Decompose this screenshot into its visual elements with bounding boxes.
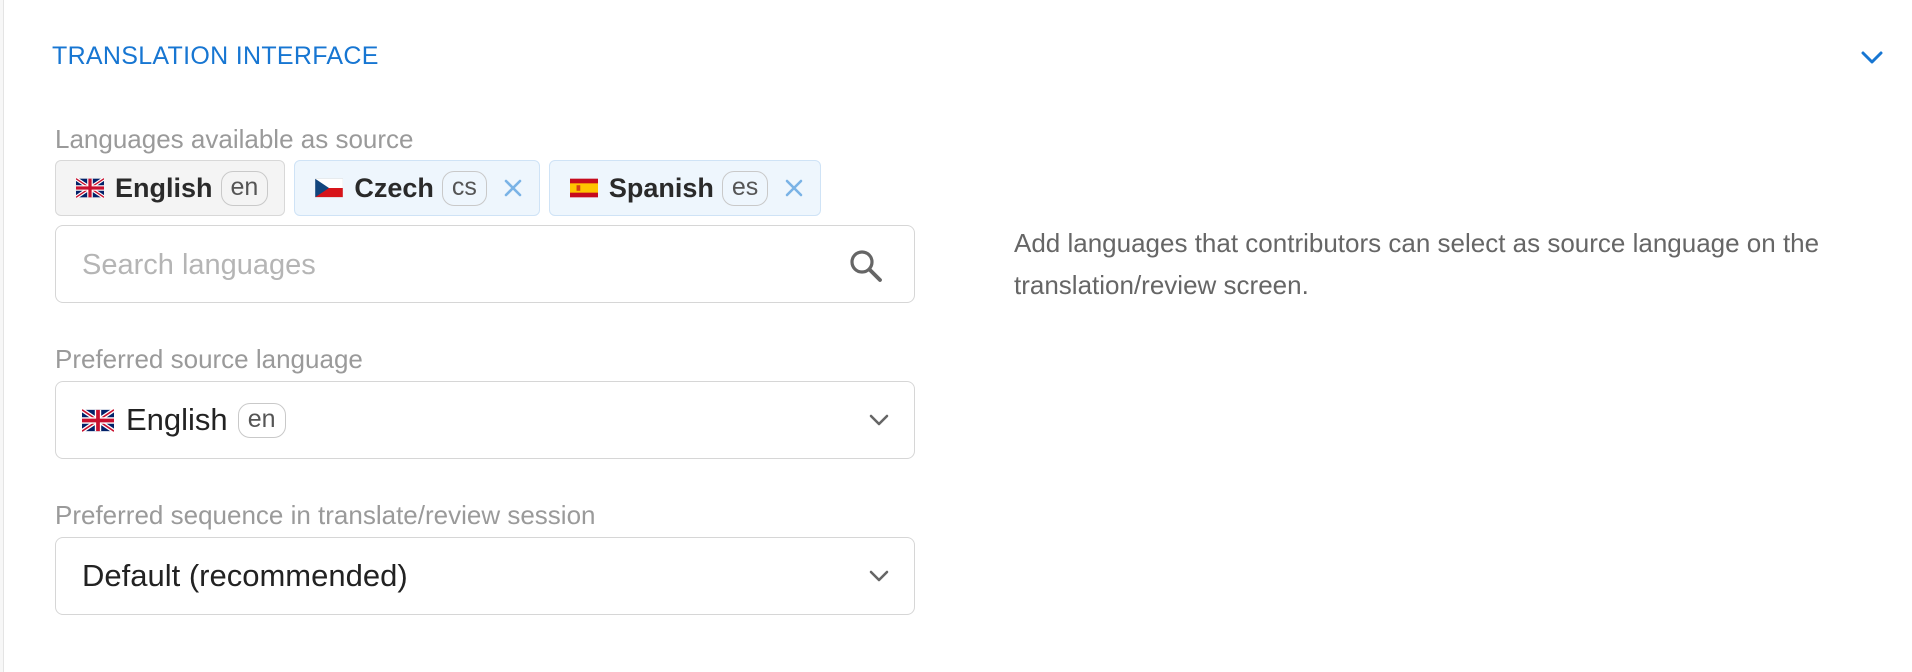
- chip-name: Czech: [354, 172, 434, 203]
- language-code-badge: en: [220, 170, 269, 206]
- sequence-label: Preferred sequence in translate/review s…: [55, 500, 596, 530]
- language-chip-czech: Czech cs: [294, 160, 540, 216]
- search-languages-input[interactable]: [80, 226, 844, 304]
- language-code-badge: cs: [441, 170, 487, 206]
- remove-czech-icon[interactable]: [501, 176, 525, 200]
- chevron-down-icon[interactable]: [868, 567, 890, 585]
- selected-sequence: Default (recommended): [82, 558, 408, 593]
- settings-panel: TRANSLATION INTERFACE Languages availabl…: [3, 0, 1912, 672]
- preferred-source-select[interactable]: English en: [55, 381, 915, 459]
- language-chip-english: English en: [55, 160, 286, 216]
- selected-language: English en: [82, 382, 286, 458]
- preferred-source-label: Preferred source language: [55, 344, 363, 374]
- chevron-down-icon[interactable]: [1852, 38, 1892, 78]
- language-code-badge: es: [721, 170, 769, 206]
- language-chip-spanish: Spanish es: [548, 160, 822, 216]
- language-search-box: [55, 225, 915, 304]
- source-languages-label: Languages available as source: [55, 124, 414, 154]
- chevron-down-icon[interactable]: [868, 411, 890, 429]
- spain-flag-icon: [569, 178, 598, 198]
- chip-name: Spanish: [608, 172, 714, 203]
- source-language-chips: English en Czech cs Spanish es: [55, 160, 822, 216]
- section-header[interactable]: TRANSLATION INTERFACE: [52, 38, 1892, 78]
- sequence-select[interactable]: Default (recommended): [55, 537, 915, 615]
- language-code-badge: en: [237, 402, 286, 438]
- chip-name: English: [115, 172, 213, 203]
- search-icon[interactable]: [848, 248, 884, 284]
- selected-language-name: English: [126, 402, 228, 437]
- remove-spanish-icon[interactable]: [782, 176, 806, 200]
- section-title: TRANSLATION INTERFACE: [52, 42, 379, 70]
- source-languages-help-text: Add languages that contributors can sele…: [1014, 228, 1820, 300]
- uk-flag-icon: [76, 178, 104, 198]
- uk-flag-icon: [82, 408, 114, 432]
- czech-flag-icon: [315, 178, 344, 198]
